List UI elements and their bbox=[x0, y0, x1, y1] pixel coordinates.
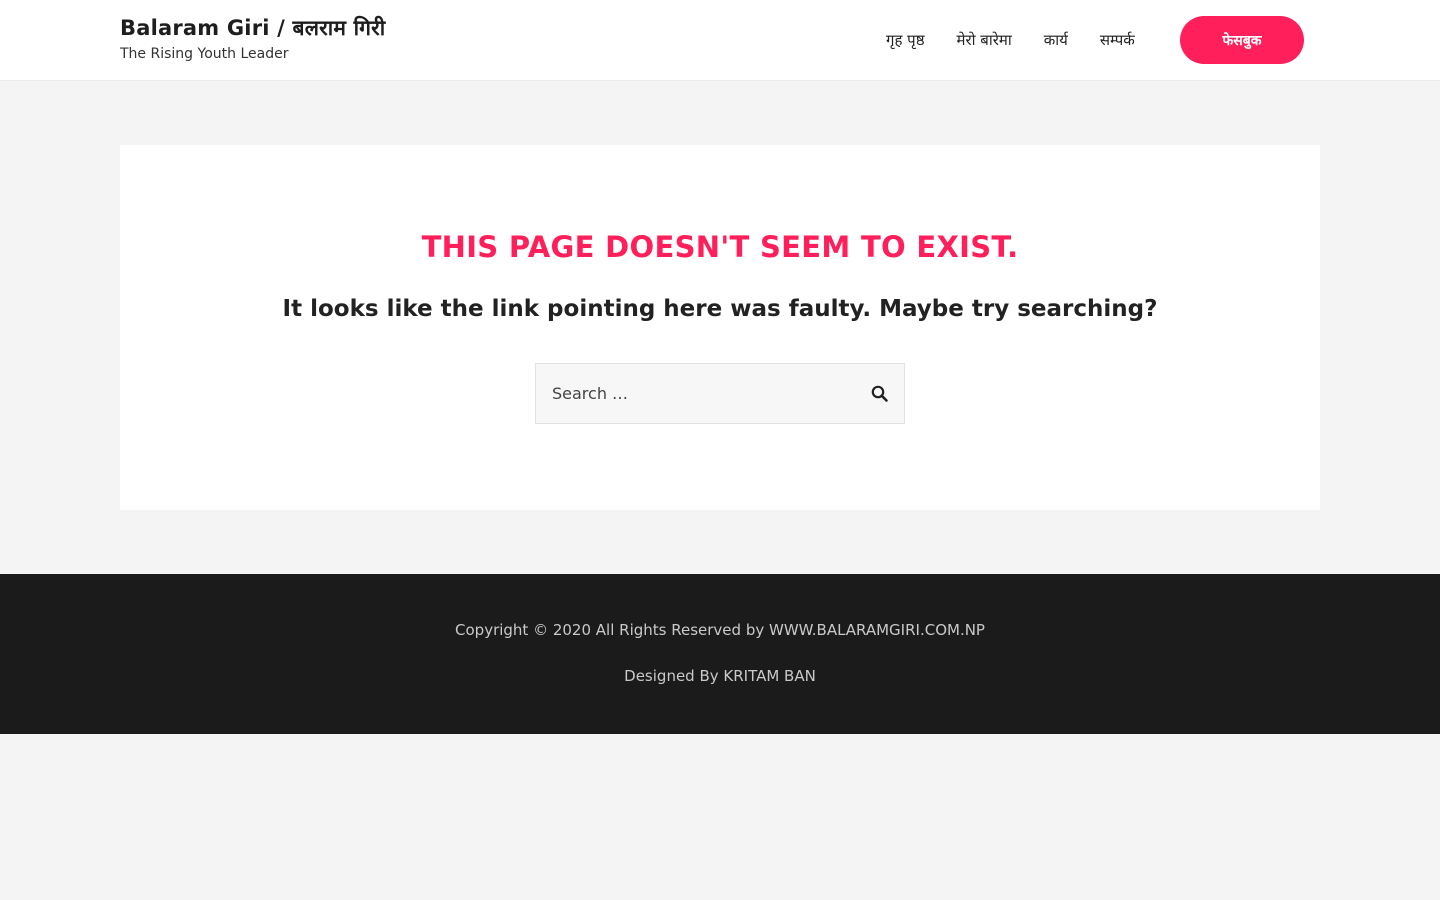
search-form bbox=[535, 363, 905, 424]
site-branding: Balaram Giri / बलराम गिरी The Rising You… bbox=[120, 14, 385, 63]
error-card: This page doesn't seem to exist. It look… bbox=[120, 145, 1320, 510]
footer-designed-by: Designed By KRITAM BAN bbox=[624, 667, 816, 685]
nav-item-home[interactable]: गृह पृष्ठ bbox=[870, 30, 941, 50]
search-icon[interactable] bbox=[870, 384, 890, 404]
nav-item-work[interactable]: कार्य bbox=[1028, 30, 1084, 50]
footer-copyright: Copyright © 2020 All Rights Reserved by … bbox=[455, 621, 985, 639]
primary-nav: गृह पृष्ठ मेरो बारेमा कार्य सम्पर्क bbox=[870, 0, 1151, 80]
nav-item-about[interactable]: मेरो बारेमा bbox=[941, 30, 1028, 50]
site-footer: Copyright © 2020 All Rights Reserved by … bbox=[0, 574, 1440, 734]
nav-item-contact[interactable]: सम्पर्क bbox=[1084, 30, 1151, 50]
site-title-link[interactable]: Balaram Giri / बलराम गिरी bbox=[120, 14, 385, 42]
page-title: This page doesn't seem to exist. bbox=[421, 230, 1019, 264]
page-subtitle: It looks like the link pointing here was… bbox=[282, 296, 1158, 322]
site-header: Balaram Giri / बलराम गिरी The Rising You… bbox=[0, 0, 1440, 81]
site-tagline: The Rising Youth Leader bbox=[120, 46, 289, 62]
facebook-button[interactable]: फेसबुक bbox=[1180, 16, 1304, 64]
search-input[interactable] bbox=[536, 364, 856, 423]
